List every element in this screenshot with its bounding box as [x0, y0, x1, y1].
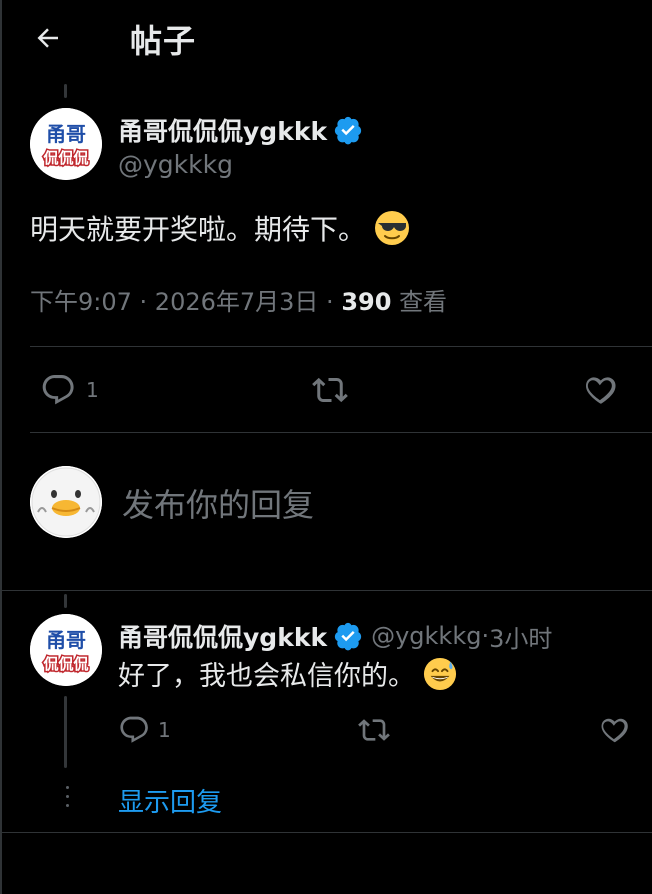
comment-icon [120, 716, 148, 743]
more-replies-indicator [66, 786, 70, 814]
reply-like-button[interactable] [598, 714, 630, 746]
header: 帖子 [0, 0, 652, 78]
divider [0, 832, 652, 833]
reply-count: 1 [86, 378, 99, 402]
repost-icon [358, 719, 390, 741]
reply-composer [30, 466, 650, 542]
reply-count: 1 [158, 718, 171, 742]
heart-icon [585, 377, 616, 404]
composer-avatar[interactable] [30, 466, 102, 538]
reply-input[interactable] [120, 482, 624, 528]
reply-author-name[interactable]: 甬哥侃侃侃ygkkk [118, 618, 327, 654]
grinning-face-with-sweat-icon [423, 657, 457, 690]
avatar-image: 甬哥 侃侃侃 [30, 614, 102, 686]
reply-separator: · [481, 622, 490, 650]
reply-time[interactable]: 3小时 [489, 619, 552, 654]
views-label: 查看 [399, 288, 448, 316]
thread-connector [64, 594, 67, 608]
post-detail-page: 帖子 甬哥 侃侃侃 甬哥侃侃侃ygkkk @ygkkkg 明天就要开奖啦。期待下… [0, 0, 652, 894]
heart-icon [601, 718, 628, 743]
reply-reply-button[interactable]: 1 [118, 714, 171, 746]
reply-avatar[interactable]: 甬哥 侃侃侃 [30, 614, 102, 686]
svg-text:甬哥: 甬哥 [46, 122, 86, 146]
svg-text:甬哥: 甬哥 [46, 628, 86, 652]
avatar-image: 甬哥 侃侃侃 [30, 108, 102, 180]
meta-separator: · [318, 288, 342, 316]
arrow-left-icon [37, 28, 58, 48]
reply-handle[interactable]: @ygkkkg [371, 622, 481, 650]
repost-icon [312, 377, 348, 403]
reply-repost-button[interactable] [356, 714, 392, 746]
back-button[interactable] [28, 18, 68, 58]
post-time[interactable]: 下午9:07 [30, 288, 132, 316]
svg-text:侃侃侃: 侃侃侃 [42, 149, 88, 167]
views-count: 390 [341, 288, 392, 316]
reply-button[interactable]: 1 [40, 372, 99, 408]
show-replies-link[interactable]: 显示回复 [118, 782, 222, 819]
reply-text: 好了，我也会私信你的。 [118, 654, 457, 693]
thread-line [64, 696, 67, 768]
avatar[interactable]: 甬哥 侃侃侃 [30, 108, 102, 180]
divider [30, 432, 652, 433]
meta-separator: · [131, 288, 155, 316]
reply-text-content: 好了，我也会私信你的。 [118, 661, 415, 692]
left-border [0, 0, 2, 894]
author-name[interactable]: 甬哥侃侃侃ygkkk [118, 112, 363, 148]
divider [30, 346, 652, 347]
page-title: 帖子 [130, 22, 197, 60]
divider [0, 590, 652, 591]
author-name-text: 甬哥侃侃侃ygkkk [118, 117, 328, 146]
like-button[interactable] [582, 372, 618, 408]
post-date[interactable]: 2026年7月3日 [155, 288, 319, 316]
verified-badge-icon [334, 116, 362, 145]
post-meta: 下午9:07 · 2026年7月3日 · 390 查看 [30, 282, 447, 317]
smiling-face-with-sunglasses-icon [375, 211, 410, 245]
verified-badge-icon [334, 622, 362, 651]
svg-text:侃侃侃: 侃侃侃 [42, 655, 88, 673]
author-handle[interactable]: @ygkkkg [118, 150, 233, 179]
post-text-content: 明天就要开奖啦。期待下。 [30, 213, 367, 246]
post-text: 明天就要开奖啦。期待下。 [30, 208, 410, 248]
duck-avatar-icon [30, 466, 102, 538]
reply-author: 甬哥侃侃侃ygkkk @ygkkkg · 3小时 [118, 618, 552, 654]
repost-button[interactable] [310, 372, 350, 408]
thread-connector [64, 84, 67, 98]
comment-icon [42, 375, 74, 405]
